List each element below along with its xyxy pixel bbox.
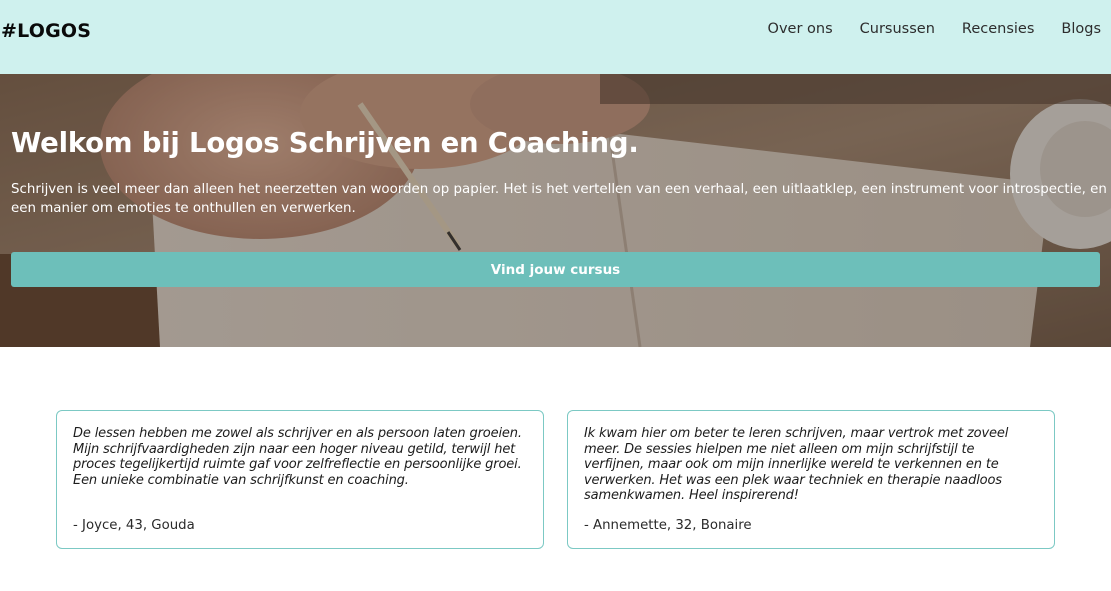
review-author: - Annemette, 32, Bonaire: [584, 518, 752, 533]
nav-link-over-ons[interactable]: Over ons: [768, 21, 833, 37]
nav-link-blogs[interactable]: Blogs: [1061, 21, 1101, 37]
find-course-button[interactable]: Vind jouw cursus: [11, 252, 1100, 287]
nav-link-recensies[interactable]: Recensies: [962, 21, 1035, 37]
hero-intro-text: Schrijven is veel meer dan alleen het ne…: [11, 182, 1107, 216]
nav-link-cursussen[interactable]: Cursussen: [860, 21, 935, 37]
review-card: Ik kwam hier om beter te leren schrijven…: [567, 410, 1055, 549]
review-quote: De lessen hebben me zowel als schrijver …: [73, 426, 522, 488]
main-nav: Over ons Cursussen Recensies Blogs: [768, 21, 1101, 37]
review-author: - Joyce, 43, Gouda: [73, 518, 195, 533]
hero-title: Welkom bij Logos Schrijven en Coaching.: [11, 127, 639, 159]
review-quote: Ik kwam hier om beter te leren schrijven…: [584, 426, 1009, 504]
site-header: #LOGOS Over ons Cursussen Recensies Blog…: [0, 0, 1111, 74]
hero-section: Welkom bij Logos Schrijven en Coaching. …: [0, 74, 1111, 347]
review-card: De lessen hebben me zowel als schrijver …: [56, 410, 544, 549]
site-logo[interactable]: #LOGOS: [1, 20, 91, 42]
